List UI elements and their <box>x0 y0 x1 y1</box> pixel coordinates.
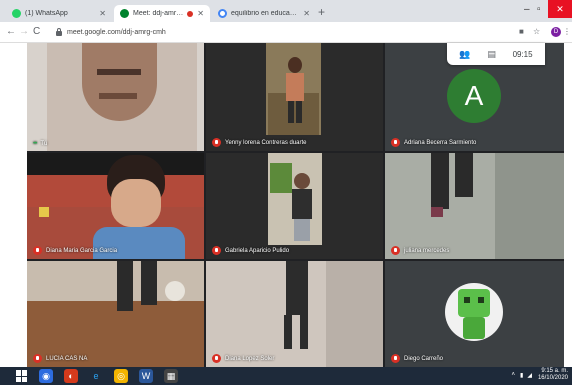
search-icon[interactable]: ◉ <box>39 369 53 383</box>
tab-label: equilibrio en educacion fisica - G <box>231 10 299 17</box>
mic-off-icon <box>391 246 400 255</box>
tab-label: Meet: ddj-amrg-cmh <box>133 10 183 17</box>
participant-name: Diana Lopez Soler <box>225 355 275 362</box>
meet-icon <box>120 9 129 18</box>
participant-avatar: A <box>447 69 501 123</box>
forward-icon[interactable]: → <box>19 26 29 37</box>
meet-call-area: ••• Tú Yenny lorena Contreras duarte A A… <box>0 43 572 367</box>
tab-meet[interactable]: Meet: ddj-amrg-cmh ✕ <box>114 5 210 22</box>
close-icon[interactable]: ✕ <box>99 9 106 18</box>
mic-off-icon <box>33 354 42 363</box>
windows-taskbar: ◉ ◐ e ◎ W ▦ ˄ ▮ ◢ 9:15 a. m. 16/10/2020 <box>0 367 572 385</box>
system-tray: ˄ ▮ ◢ 9:15 a. m. 16/10/2020 <box>512 368 568 382</box>
edge-icon[interactable]: e <box>89 369 103 383</box>
participant-tile[interactable]: Gabriela Aparicio Pulido <box>206 153 383 259</box>
speaking-indicator-icon: ••• <box>33 141 37 147</box>
participant-label: Gabriela Aparicio Pulido <box>212 246 289 255</box>
participant-name: Adriana Becerra Sarmiento <box>404 139 477 146</box>
participant-label: Diana Maria Garcia Garcia <box>33 246 117 255</box>
browser-tab-strip: (1) WhatsApp ✕ Meet: ddj-amrg-cmh ✕ equi… <box>0 0 572 22</box>
participant-tile[interactable]: LUCIA CAS NA <box>27 261 204 367</box>
app-icon[interactable]: ▦ <box>164 369 178 383</box>
url-field[interactable]: meet.google.com/ddj-amrg-cmh <box>56 25 512 40</box>
mic-off-icon <box>212 354 221 363</box>
participant-tile[interactable]: juliana mercedes <box>385 153 564 259</box>
participant-name: Gabriela Aparicio Pulido <box>225 247 290 254</box>
participant-name: Yenny lorena Contreras duarte <box>225 139 307 146</box>
meeting-clock: 09:15 <box>512 49 533 59</box>
star-icon[interactable]: ☆ <box>533 27 540 36</box>
reload-icon[interactable]: C <box>33 26 40 37</box>
participant-label: LUCIA CAS NA <box>33 354 87 363</box>
taskbar-time: 9:15 a. m. <box>541 368 568 374</box>
volume-icon[interactable]: ◢ <box>527 372 532 379</box>
lock-icon <box>56 28 62 36</box>
back-icon[interactable]: ← <box>6 26 16 37</box>
mic-off-icon <box>33 246 42 255</box>
participant-label: Diego Carreño <box>391 354 443 363</box>
meet-top-right-panel: 👥 ▤ 09:15 <box>447 43 545 65</box>
participant-label: Yenny lorena Contreras duarte <box>212 138 307 147</box>
people-icon[interactable]: 👥 <box>459 49 470 60</box>
tab-whatsapp[interactable]: (1) WhatsApp ✕ <box>6 5 112 22</box>
close-icon[interactable]: ✕ <box>197 9 204 18</box>
participant-name: Diego Carreño <box>404 355 444 362</box>
participant-label: ••• Tú <box>33 141 47 147</box>
profile-avatar[interactable]: D <box>551 27 561 37</box>
participant-name: juliana mercedes <box>404 247 450 254</box>
close-icon[interactable]: ✕ <box>303 9 310 18</box>
network-icon[interactable]: ▮ <box>520 372 523 379</box>
google-icon <box>218 9 227 18</box>
tab-label: (1) WhatsApp <box>25 10 68 17</box>
participant-tile[interactable]: Diana Maria Garcia Garcia <box>27 153 204 259</box>
participant-tile-self[interactable]: ••• Tú <box>27 43 204 151</box>
participant-label: Diana Lopez Soler <box>212 354 274 363</box>
participant-tile[interactable]: Yenny lorena Contreras duarte <box>206 43 383 151</box>
camera-icon[interactable]: ■ <box>519 27 524 36</box>
mic-off-icon <box>212 246 221 255</box>
firefox-icon[interactable]: ◐ <box>64 369 78 383</box>
mic-off-icon <box>391 138 400 147</box>
tab-google-search[interactable]: equilibrio en educacion fisica - G ✕ <box>212 5 316 22</box>
participant-label: Adriana Becerra Sarmiento <box>391 138 476 147</box>
address-bar: ← → C meet.google.com/ddj-amrg-cmh ■ ☆ D… <box>0 22 572 43</box>
whatsapp-icon <box>12 9 21 18</box>
recording-dot-icon <box>187 10 194 17</box>
participant-grid: ••• Tú Yenny lorena Contreras duarte A A… <box>27 43 564 367</box>
mic-off-icon <box>212 138 221 147</box>
taskbar-clock[interactable]: 9:15 a. m. 16/10/2020 <box>538 368 568 382</box>
menu-dots-icon[interactable]: ⋮ <box>563 27 571 36</box>
participant-tile[interactable]: Diana Lopez Soler <box>206 261 383 367</box>
taskbar-date: 16/10/2020 <box>537 375 568 381</box>
chrome-icon[interactable]: ◎ <box>114 369 128 383</box>
maximize-icon[interactable]: ▫ <box>537 4 541 15</box>
participant-name: LUCIA CAS NA <box>46 355 88 362</box>
close-window-button[interactable]: ✕ <box>548 0 572 18</box>
participant-tile[interactable]: Diego Carreño <box>385 261 564 367</box>
participant-name: Tú <box>40 141 48 147</box>
participant-name: Diana Maria Garcia Garcia <box>46 247 118 254</box>
mic-off-icon <box>391 354 400 363</box>
word-icon[interactable]: W <box>139 369 153 383</box>
chat-icon[interactable]: ▤ <box>487 49 496 60</box>
minimize-icon[interactable]: – <box>524 4 530 15</box>
new-tab-button[interactable]: + <box>318 6 325 18</box>
windows-start-icon[interactable] <box>16 370 28 382</box>
participant-label: juliana mercedes <box>391 246 449 255</box>
url-text: meet.google.com/ddj-amrg-cmh <box>67 29 166 36</box>
show-hidden-icons-icon[interactable]: ˄ <box>512 372 516 378</box>
